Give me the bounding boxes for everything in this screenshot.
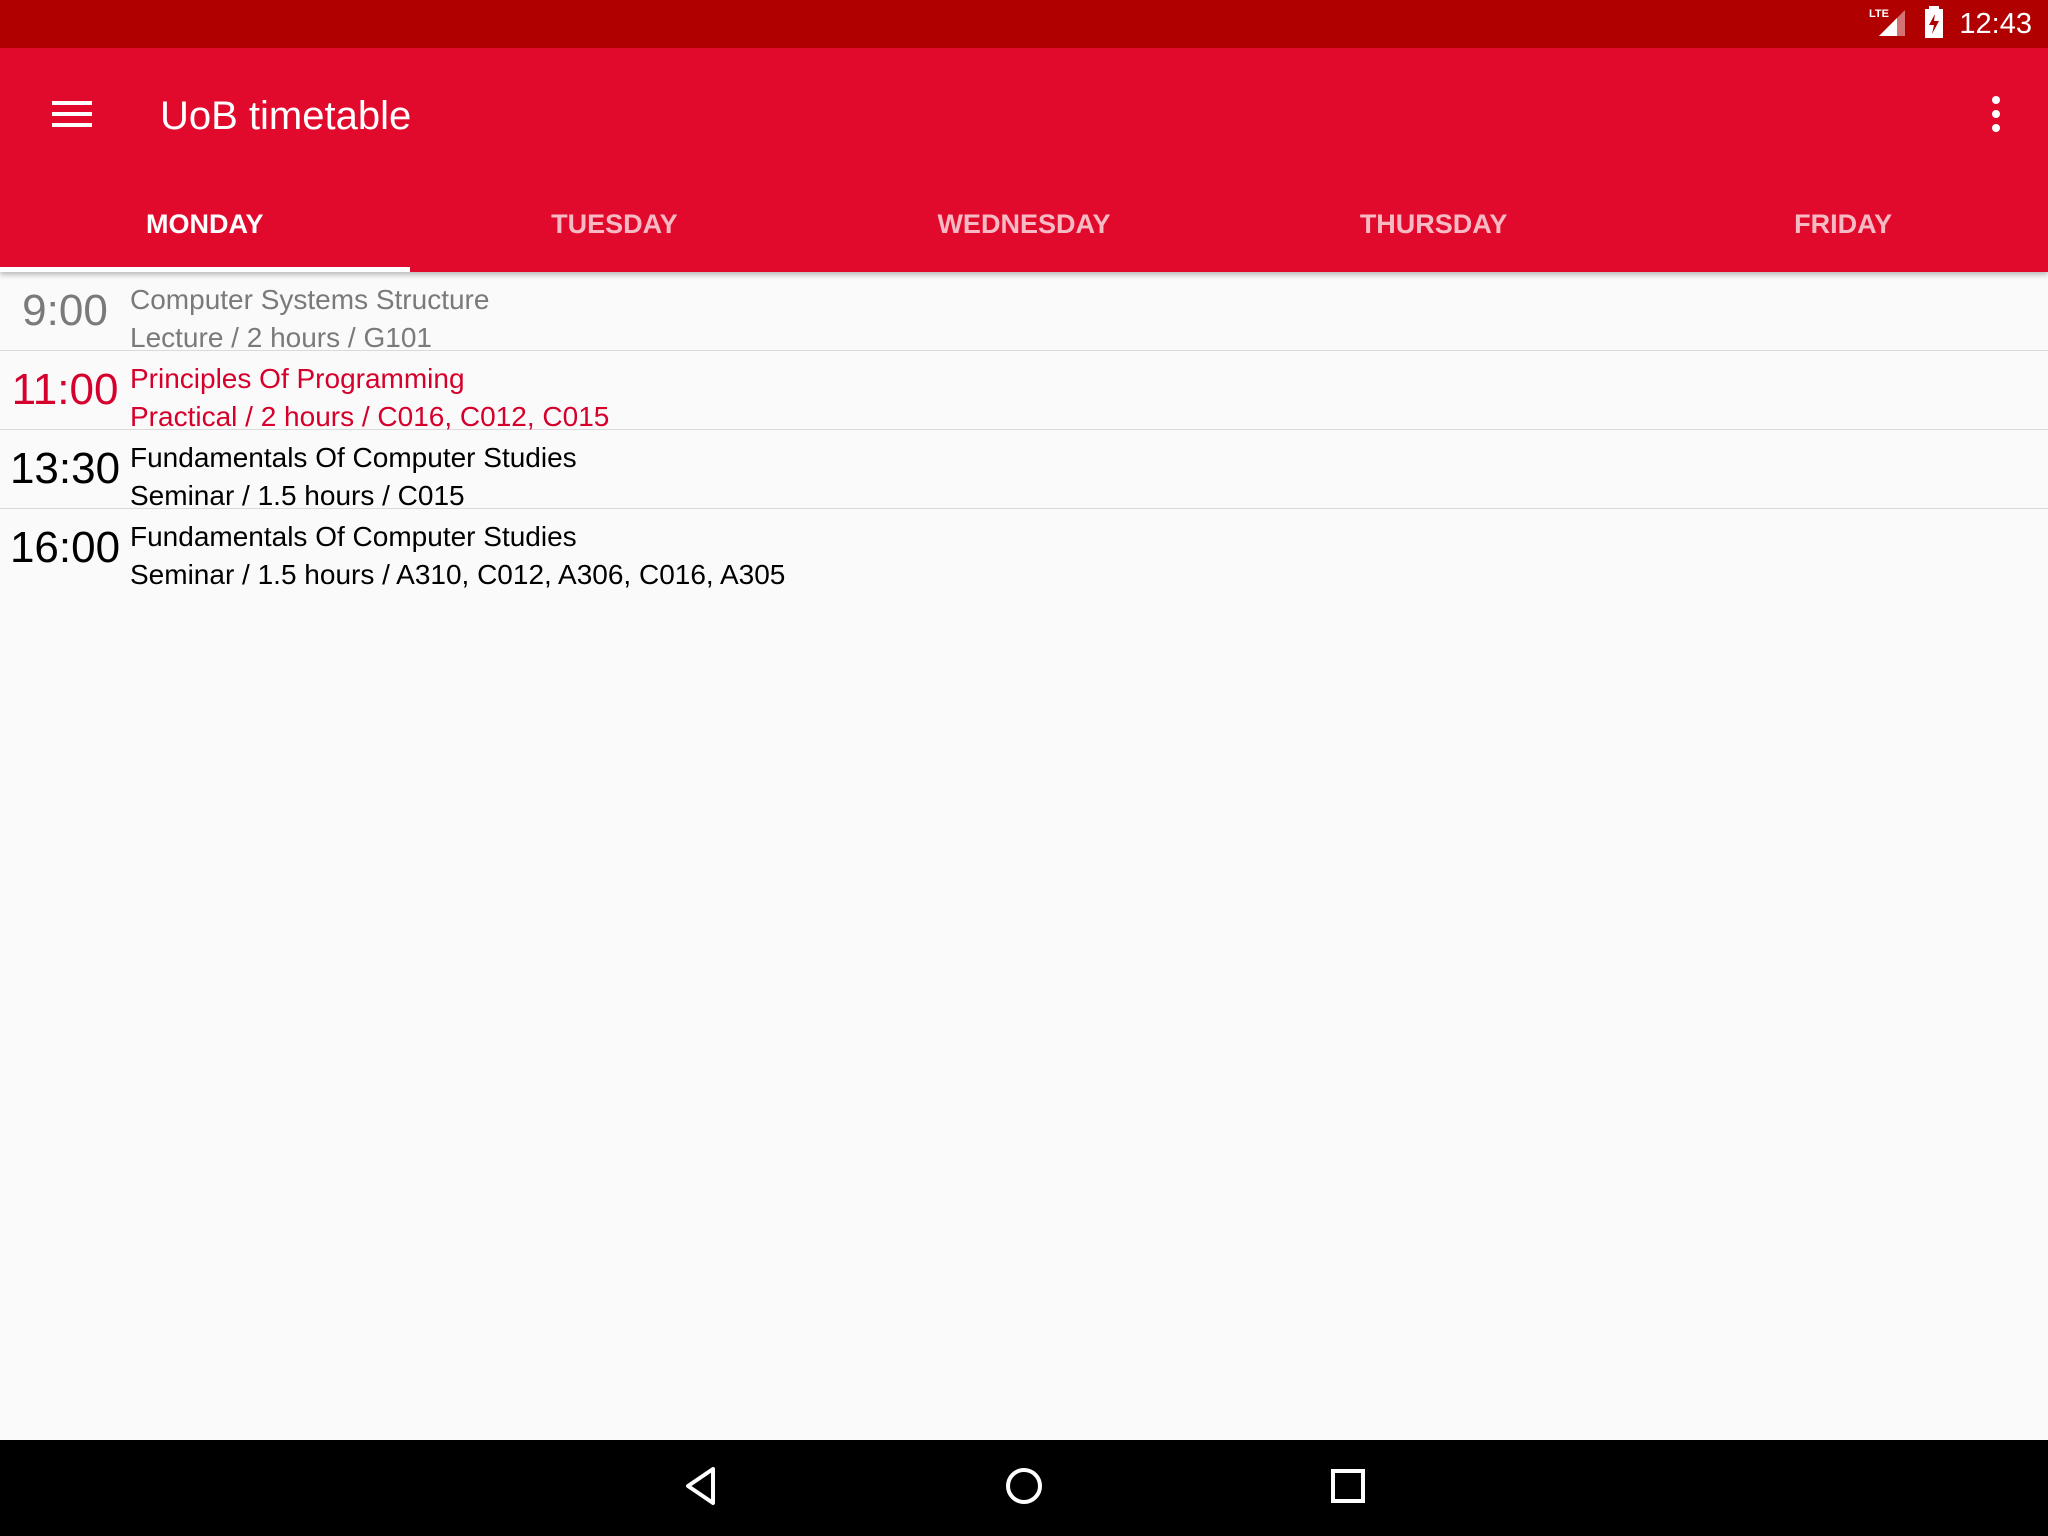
page-title: UoB timetable	[160, 94, 412, 138]
menu-icon	[52, 99, 92, 134]
tab-thursday[interactable]: THURSDAY	[1229, 176, 1639, 272]
recents-icon	[1330, 1468, 1366, 1509]
back-icon	[683, 1466, 719, 1511]
session-title: Principles Of Programming	[130, 363, 465, 394]
session-row[interactable]: 11:00 Principles Of Programming Practica…	[0, 351, 2048, 432]
session-row[interactable]: 9:00 Computer Systems Structure Lecture …	[0, 272, 2048, 353]
session-time: 11:00	[11, 365, 119, 414]
session-title: Fundamentals Of Computer Studies	[130, 521, 577, 552]
day-tabs: MONDAY TUESDAY WEDNESDAY THURSDAY FRIDAY	[0, 176, 2048, 272]
recents-button[interactable]	[1320, 1460, 1376, 1516]
lte-signal-icon: LTE	[1869, 6, 1909, 43]
tab-friday[interactable]: FRIDAY	[1638, 176, 2048, 272]
session-time: 16:00	[9, 523, 121, 572]
menu-button[interactable]	[32, 84, 112, 148]
home-icon	[1004, 1466, 1044, 1511]
back-button[interactable]	[673, 1460, 729, 1516]
session-title: Fundamentals Of Computer Studies	[130, 442, 577, 473]
status-time: 12:43	[1959, 7, 2032, 40]
overflow-menu-icon	[1991, 95, 2001, 137]
overflow-menu-button[interactable]	[1972, 84, 2020, 148]
session-row[interactable]: 13:30 Fundamentals Of Computer Studies S…	[0, 430, 2048, 511]
session-row[interactable]: 16:00 Fundamentals Of Computer Studies S…	[0, 509, 2048, 590]
session-detail: Seminar / 1.5 hours / A310, C012, A306, …	[130, 559, 786, 590]
tab-wednesday[interactable]: WEDNESDAY	[819, 176, 1229, 272]
session-time: 9:00	[22, 286, 108, 335]
navigation-bar	[0, 1440, 2048, 1536]
tab-monday[interactable]: MONDAY	[0, 176, 410, 272]
app-bar: UoB timetable MONDAY TUESDAY WEDNESDAY T…	[0, 48, 2048, 272]
session-title: Computer Systems Structure	[130, 284, 490, 315]
battery-charging-icon	[1923, 5, 1945, 43]
home-button[interactable]	[996, 1460, 1052, 1516]
timetable-list: 9:00 Computer Systems Structure Lecture …	[0, 272, 2048, 590]
tab-tuesday[interactable]: TUESDAY	[410, 176, 820, 272]
svg-text:LTE: LTE	[1869, 8, 1889, 20]
session-time: 13:30	[9, 444, 121, 493]
status-icons: LTE 12:43	[1869, 0, 2032, 48]
status-bar: LTE 12:43	[0, 0, 2048, 48]
